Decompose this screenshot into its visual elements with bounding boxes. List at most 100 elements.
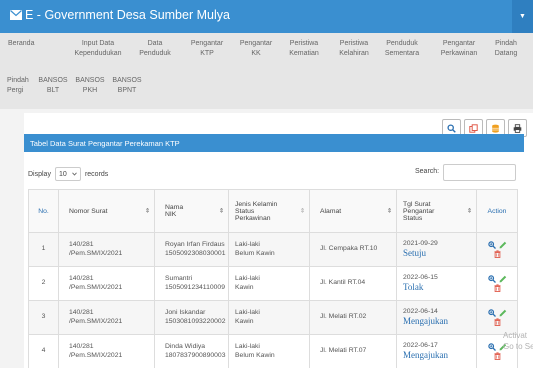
cell-nama-nik: Sumantri 1505091234110009 <box>154 266 229 301</box>
status-value: Mengajukan <box>403 350 448 361</box>
sort-icon: ⇕ <box>144 208 150 215</box>
nama-value: Dinda Widiya <box>165 343 206 350</box>
app-brand[interactable]: E - Government Desa Sumber Mulya <box>10 8 230 22</box>
header-nomor-surat[interactable]: Nomor Surat ⇕ <box>58 189 155 233</box>
table-row: 4 140/281/Pem.SM/IX/2021 Dinda Widiya 18078… <box>28 334 518 368</box>
nav-pengantar-kk[interactable]: Pengantar KK <box>236 39 276 59</box>
nav-bansos-pkh[interactable]: BANSOS PKH <box>75 76 105 96</box>
records-select[interactable]: 10 <box>54 167 81 181</box>
table-controls: Display 10 records Search: <box>24 163 524 183</box>
cell-tgl-status: 2022-06-15 Tolak <box>396 266 477 301</box>
cell-nama-nik: Dinda Widiya 1807837900890003 <box>154 334 229 368</box>
cell-jenis-kelamin: Laki-laki Kawin <box>228 300 310 335</box>
nomor-surat-line-1: 140/281 <box>69 241 94 248</box>
records-select-value: 10 <box>58 170 67 178</box>
sort-icon: ⇕ <box>299 208 305 215</box>
header-no[interactable]: No. <box>28 189 59 233</box>
nomor-surat-line-2: /Pem.SM/IX/2021 <box>69 351 123 359</box>
trash-icon[interactable] <box>494 250 501 258</box>
nav-bansos-blt[interactable]: BANSOS BLT <box>38 76 68 96</box>
nama-value: Joni Iskandar <box>165 309 206 316</box>
cell-nomor-surat: 140/281/Pem.SM/IX/2021 <box>58 232 155 267</box>
nama-value: Sumantri <box>165 275 193 282</box>
cell-alamat: Jl. Cempaka RT.10 <box>309 232 397 267</box>
nik-value: 1807837900890003 <box>165 351 226 359</box>
search-label: Search: <box>415 168 440 175</box>
header-nik-label: NIK <box>165 211 177 218</box>
printer-icon <box>513 123 522 133</box>
surat-table: No. Nomor Surat ⇕ Nama NIK ⇕ Jenis Kelam… <box>28 189 518 368</box>
cell-nomor-surat: 140/281/Pem.SM/IX/2021 <box>58 334 155 368</box>
nav-peristiwa-kematian[interactable]: Peristiwa Kematian <box>282 39 326 59</box>
sort-icon: ⇕ <box>218 208 224 215</box>
jenis-kelamin-value: Laki-laki <box>235 343 260 350</box>
nav-penduduk-sementara[interactable]: Penduduk Sementara <box>380 39 424 59</box>
view-icon[interactable] <box>487 241 496 249</box>
table-row: 3 140/281/Pem.SM/IX/2021 Joni Iskandar 1503… <box>28 300 518 335</box>
nav-pengantar-perkawinan[interactable]: Pengantar Perkawinan <box>434 39 484 59</box>
nav-peristiwa-kelahiran[interactable]: Peristiwa Kelahiran <box>332 39 376 59</box>
chevron-down-icon <box>72 172 77 176</box>
view-icon[interactable] <box>487 309 496 317</box>
watermark-line-2: Go to Se <box>503 342 533 351</box>
cell-jenis-kelamin: Laki-laki Belum Kawin <box>228 334 310 368</box>
nomor-surat-line-2: /Pem.SM/IX/2021 <box>69 249 123 257</box>
chevron-down-icon[interactable]: ▼ <box>512 0 533 33</box>
header-nomor-surat-label: Nomor Surat <box>69 207 108 215</box>
main-navigation: Beranda Input Data Kependudukan Data Pen… <box>0 33 533 109</box>
edit-icon[interactable] <box>499 309 507 317</box>
nav-pindah-datang[interactable]: Pindah Datang <box>490 39 522 59</box>
header-jenis-kelamin[interactable]: Jenis Kelamin Status Perkawinan ⇕ <box>228 189 310 233</box>
cell-action <box>476 266 518 301</box>
header-tgl-surat[interactable]: Tgl Surat Pengantar Status ⇕ <box>396 189 477 233</box>
cell-jenis-kelamin: Laki-laki Belum Kawin <box>228 232 310 267</box>
tgl-surat-value: 2022-06-14 <box>403 307 438 315</box>
nav-beranda[interactable]: Beranda <box>8 39 46 49</box>
nomor-surat-line-2: /Pem.SM/IX/2021 <box>69 317 123 325</box>
nik-value: 1505091234110009 <box>165 283 225 291</box>
nav-pengantar-ktp[interactable]: Pengantar KTP <box>188 39 226 59</box>
app-title: E - Government Desa Sumber Mulya <box>25 8 230 22</box>
cell-nama-nik: Royan Irfan Firdaus 1505092308030001 <box>154 232 229 267</box>
cell-no: 2 <box>28 266 59 301</box>
database-icon <box>492 124 499 133</box>
trash-icon[interactable] <box>494 284 501 292</box>
trash-icon[interactable] <box>494 352 501 360</box>
cell-alamat: Jl. Melati RT.02 <box>309 300 397 335</box>
nav-bansos-bpnt[interactable]: BANSOS BPNT <box>112 76 142 96</box>
header-alamat-label: Alamat <box>320 207 342 215</box>
status-perkawinan-value: Belum Kawin <box>235 249 275 257</box>
header-alamat[interactable]: Alamat ⇕ <box>309 189 397 233</box>
trash-icon[interactable] <box>494 318 501 326</box>
header-nama-nik[interactable]: Nama NIK ⇕ <box>154 189 229 233</box>
edit-icon[interactable] <box>499 241 507 249</box>
cell-no: 1 <box>28 232 59 267</box>
status-value: Mengajukan <box>403 316 448 327</box>
nav-data-penduduk[interactable]: Data Penduduk <box>138 39 172 59</box>
header-action: Action <box>476 189 518 233</box>
tgl-surat-value: 2022-06-17 <box>403 341 438 349</box>
nav-pindah-pergi[interactable]: Pindah Pergi <box>7 76 29 96</box>
nomor-surat-line-1: 140/281 <box>69 275 94 282</box>
cell-nama-nik: Joni Iskandar 1503081093220002 <box>154 300 229 335</box>
envelope-icon <box>10 10 22 20</box>
status-perkawinan-value: Kawin <box>235 317 254 325</box>
cell-no: 3 <box>28 300 59 335</box>
header-perkawinan-label: Perkawinan <box>235 214 271 222</box>
cell-tgl-status: 2021-09-29 Setuju <box>396 232 477 267</box>
cell-jenis-kelamin: Laki-laki Kawin <box>228 266 310 301</box>
view-icon[interactable] <box>487 343 496 351</box>
records-label: records <box>84 170 109 178</box>
cell-alamat: Jl. Kantil RT.04 <box>309 266 397 301</box>
header-status-label: Status <box>235 207 255 215</box>
jenis-kelamin-value: Laki-laki <box>235 309 260 316</box>
nav-input-data-kependudukan[interactable]: Input Data Kependudukan <box>62 39 134 59</box>
nomor-surat-line-1: 140/281 <box>69 343 94 350</box>
header-nama-label: Nama <box>165 204 184 211</box>
nav-row-1: Beranda Input Data Kependudukan Data Pen… <box>0 39 522 59</box>
view-icon[interactable] <box>487 275 496 283</box>
search-input[interactable] <box>443 164 516 181</box>
edit-icon[interactable] <box>499 275 507 283</box>
nav-row-2: Pindah Pergi BANSOS BLT BANSOS PKH BANSO… <box>0 76 142 96</box>
cell-alamat: Jl. Melati RT.07 <box>309 334 397 368</box>
